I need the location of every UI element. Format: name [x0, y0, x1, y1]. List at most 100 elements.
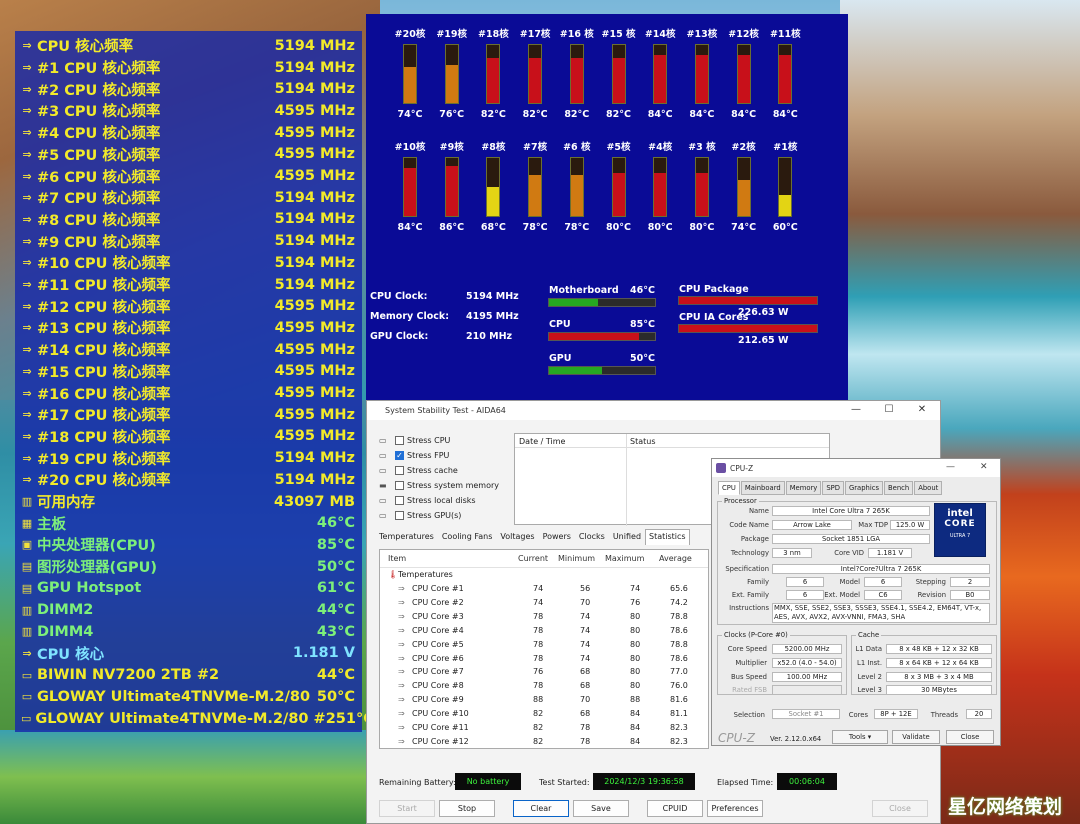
device-icon: ▭: [379, 451, 387, 460]
stop-button[interactable]: Stop: [439, 800, 495, 817]
row-maximum: 76: [630, 597, 641, 607]
core-bar-fill: [737, 180, 750, 216]
table-row[interactable]: ⇒ CPU Core #8 78 68 80 76.0: [380, 679, 708, 693]
tab-voltages[interactable]: Voltages: [496, 529, 538, 545]
temp-bar: [548, 298, 656, 307]
arrow-icon: ⇒: [22, 126, 32, 140]
table-row[interactable]: ⇒ CPU Core #1 74 56 74 65.6: [380, 582, 708, 596]
background-meadow: [0, 730, 370, 824]
osd-label: GPU Hotspot: [37, 580, 142, 597]
close-icon[interactable]: ✕: [908, 404, 936, 415]
col-current[interactable]: Current: [518, 554, 548, 566]
core-temp: 60°C: [772, 222, 798, 233]
col-maximum[interactable]: Maximum: [605, 554, 644, 566]
table-row[interactable]: ⇒ CPU Core #10 82 68 84 81.1: [380, 707, 708, 721]
checkbox[interactable]: [395, 465, 404, 475]
tab-cooling-fans[interactable]: Cooling Fans: [438, 529, 497, 545]
osd-row: ⇒ #5 CPU 核心频率 4595 MHz: [15, 144, 362, 166]
start-button[interactable]: Start: [379, 800, 435, 817]
stress-option[interactable]: ▭ ✓ Stress FPU: [379, 449, 449, 461]
preferences-button[interactable]: Preferences: [707, 800, 763, 817]
cpuid-button[interactable]: CPUID: [647, 800, 703, 817]
osd-value: 5194 MHz: [274, 59, 355, 76]
core-temp-gauge: #14核 84°C: [640, 26, 680, 120]
table-row[interactable]: ⇒ CPU Core #12 82 78 84 82.3: [380, 735, 708, 748]
save-button[interactable]: Save: [573, 800, 629, 817]
close-button[interactable]: Close: [946, 730, 994, 744]
selection-dropdown[interactable]: Socket #1: [772, 709, 840, 719]
disk-icon: ▭: [21, 712, 32, 726]
table-row[interactable]: ⇒ CPU Core #11 82 78 84 82.3: [380, 721, 708, 735]
tab-unified[interactable]: Unified: [609, 529, 645, 545]
osd-value: 4595 MHz: [274, 146, 355, 163]
row-minimum: 70: [580, 695, 591, 705]
tab-powers[interactable]: Powers: [539, 529, 575, 545]
maximize-button[interactable]: ☐: [875, 404, 903, 415]
stress-option[interactable]: ▭ Stress local disks: [379, 494, 476, 506]
tab-spd[interactable]: SPD: [822, 481, 844, 495]
tab-mainboard[interactable]: Mainboard: [740, 481, 785, 495]
temp-bar: [548, 332, 656, 341]
tab-cpu[interactable]: CPU: [718, 481, 740, 495]
col-item[interactable]: Item: [388, 554, 406, 566]
core-temp: 74°C: [397, 109, 423, 120]
table-row[interactable]: ⇒ CPU Core #9 88 70 88 81.6: [380, 693, 708, 707]
minimize-button[interactable]: —: [946, 462, 955, 472]
checkbox[interactable]: [395, 510, 404, 520]
osd-label: #10 CPU 核心频率: [37, 256, 171, 273]
core-bar-fill: [695, 55, 708, 103]
row-maximum: 88: [630, 695, 641, 705]
row-average: 78.6: [670, 625, 688, 635]
table-row[interactable]: ⇒ CPU Core #2 74 70 76 74.2: [380, 596, 708, 610]
tab-about[interactable]: About: [914, 481, 943, 495]
table-row[interactable]: ⇒ CPU Core #7 76 68 80 77.0: [380, 665, 708, 679]
disk-icon: ▭: [21, 690, 33, 704]
stress-option[interactable]: ▭ Stress GPU(s): [379, 509, 461, 521]
cpu-core-icon: ⇒: [398, 597, 405, 607]
tab-bench[interactable]: Bench: [884, 481, 914, 495]
checkbox[interactable]: [395, 480, 404, 490]
corevid-value: 1.181 V: [868, 548, 912, 558]
arrow-icon: ⇒: [22, 364, 32, 378]
col-minimum[interactable]: Minimum: [558, 554, 595, 566]
extfamily-label: Ext. Family: [731, 591, 769, 599]
cpu-core-icon: ⇒: [398, 667, 405, 677]
close-button[interactable]: Close: [872, 800, 928, 817]
statistics-table[interactable]: Item Current Minimum Maximum Average 🌡 T…: [379, 549, 709, 749]
close-icon[interactable]: ✕: [980, 462, 988, 472]
osd-value: 5194 MHz: [274, 37, 355, 54]
stress-option[interactable]: ▭ Stress CPU: [379, 434, 450, 446]
table-row[interactable]: ⇒ CPU Core #3 78 74 80 78.8: [380, 610, 708, 624]
col-average[interactable]: Average: [659, 554, 692, 566]
checkbox[interactable]: ✓: [395, 450, 404, 460]
core-name: #2核: [731, 142, 756, 153]
core-bar-fill: [529, 175, 542, 216]
tab-memory[interactable]: Memory: [785, 481, 822, 495]
title-bar[interactable]: System Stability Test - AIDA64 — ☐ ✕: [367, 401, 940, 420]
validate-button[interactable]: Validate: [892, 730, 940, 744]
table-row[interactable]: ⇒ CPU Core #4 78 74 80 78.6: [380, 624, 708, 638]
tab-graphics[interactable]: Graphics: [845, 481, 884, 495]
tools-button[interactable]: Tools ▾: [832, 730, 888, 744]
table-row[interactable]: ⇒ CPU Core #5 78 74 80 78.8: [380, 638, 708, 652]
log-header-date[interactable]: Date / Time: [519, 437, 565, 446]
clear-button[interactable]: Clear: [513, 800, 569, 817]
checkbox[interactable]: [395, 495, 404, 505]
table-row[interactable]: ⇒ CPU Core #6 78 74 80 78.6: [380, 652, 708, 666]
tab-temperatures[interactable]: Temperatures: [375, 529, 438, 545]
minimize-button[interactable]: —: [842, 404, 870, 415]
osd-row: ⇒ #2 CPU 核心频率 5194 MHz: [15, 78, 362, 100]
checkbox[interactable]: [395, 435, 404, 445]
tab-statistics[interactable]: Statistics: [645, 529, 690, 545]
technology-label: Technology: [730, 549, 769, 557]
row-maximum: 80: [630, 681, 641, 691]
stress-option[interactable]: ▭ Stress cache: [379, 464, 458, 476]
cpuz-title-bar[interactable]: CPU-Z — ✕: [712, 459, 1000, 477]
temp-value: 50°C: [630, 353, 655, 364]
tab-clocks[interactable]: Clocks: [575, 529, 609, 545]
stress-option[interactable]: ▬ Stress system memory: [379, 479, 499, 491]
core-temp-gauge: #20核 74°C: [390, 26, 430, 120]
power-bar: [678, 296, 818, 305]
log-header-status[interactable]: Status: [630, 437, 656, 446]
clock-value: 210 MHz: [466, 331, 513, 342]
